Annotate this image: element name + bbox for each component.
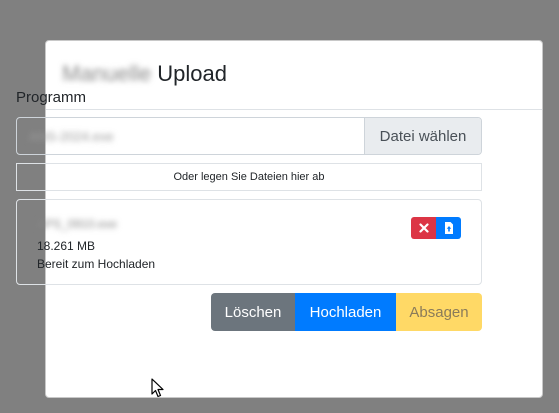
close-icon <box>418 223 429 233</box>
drop-zone[interactable]: Oder legen Sie Dateien hier ab <box>16 163 482 191</box>
browse-button[interactable]: Datei wählen <box>364 118 481 154</box>
footer-button-group: Löschen Hochladen Absagen <box>211 293 482 331</box>
file-card-status: Bereit zum Hochladen <box>37 257 156 271</box>
programm-label: Programm <box>16 89 87 106</box>
file-input-text: ANS-2024.exe <box>29 128 114 144</box>
modal-header: Manuelle Upload <box>46 41 542 110</box>
file-card: APS_0910.exe 18.261 MB Bereit zum Hochla… <box>16 199 482 285</box>
cancel-button[interactable]: Absagen <box>396 293 482 331</box>
file-card-actions <box>411 217 461 239</box>
clear-button[interactable]: Löschen <box>211 293 295 331</box>
file-upload-icon <box>444 222 453 234</box>
upload-button[interactable]: Hochladen <box>295 293 396 331</box>
modal-title-text: Upload <box>157 61 227 86</box>
upload-file-button[interactable] <box>436 217 461 239</box>
file-card-name-text: APS_0910.exe <box>37 217 118 231</box>
file-input-group[interactable]: ANS-2024.exe Datei wählen <box>16 117 482 155</box>
file-card-size: 18.261 MB <box>37 239 96 253</box>
file-card-name: APS_0910.exe <box>37 217 123 231</box>
file-input-value[interactable]: ANS-2024.exe <box>17 118 364 154</box>
remove-file-button[interactable] <box>411 217 436 239</box>
modal-title-blurred: Manuelle <box>62 61 152 86</box>
mouse-cursor-icon <box>151 378 164 398</box>
modal-title: Manuelle Upload <box>62 61 227 87</box>
